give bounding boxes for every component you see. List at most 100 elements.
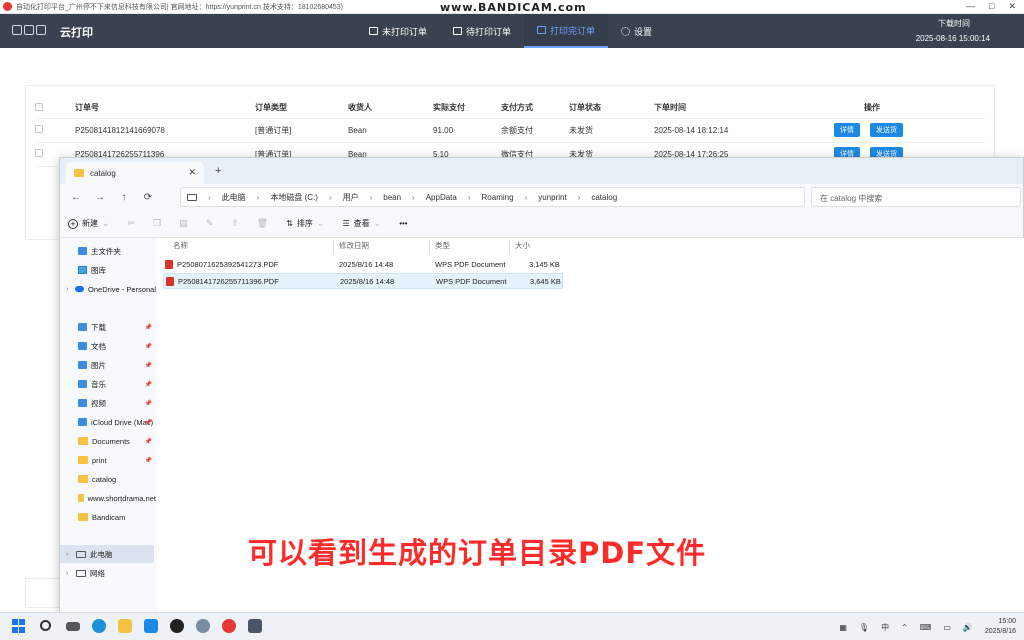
col-order-type: 订单类型: [255, 98, 348, 119]
windows-taskbar: ▦ 🎙 中 ⌃ ⌨ ▭ 🔊 15:00 2025/8/16: [0, 612, 1024, 640]
volume-icon[interactable]: 🔊: [963, 623, 973, 632]
breadcrumb-item[interactable]: Roaming: [482, 193, 514, 202]
sidebar-item-home[interactable]: 主文件夹: [78, 242, 168, 260]
sidebar-item-shortdrama[interactable]: www.shortdrama.net: [78, 489, 156, 507]
sidebar-item-catalog[interactable]: catalog: [78, 470, 156, 488]
back-button[interactable]: ←: [64, 192, 88, 203]
microphone-icon[interactable]: 🎙: [859, 623, 869, 632]
start-icon[interactable]: [12, 619, 26, 633]
copy-icon[interactable]: ❐: [153, 218, 161, 229]
settings-app-icon[interactable]: [196, 619, 210, 633]
print-app-icon[interactable]: [222, 619, 236, 633]
explorer-tab[interactable]: catalog ✕: [66, 162, 204, 184]
vscode-icon[interactable]: [144, 619, 158, 633]
share-icon[interactable]: ⇪: [231, 218, 239, 229]
up-button[interactable]: ↑: [112, 192, 136, 203]
breadcrumb-item[interactable]: 用户: [343, 192, 359, 203]
close-button[interactable]: ✕: [1008, 1, 1016, 12]
sort-icon: ⇅: [286, 219, 293, 228]
sidebar-item-music[interactable]: 音乐 📌: [78, 375, 156, 393]
address-bar[interactable]: › 此电脑 › 本地磁盘 (C:) › 用户 › bean › AppData …: [180, 187, 805, 207]
nav-printed-orders[interactable]: 打印完订单: [524, 14, 609, 48]
cut-icon[interactable]: ✂: [128, 218, 136, 229]
rename-icon[interactable]: ✎: [206, 218, 214, 229]
maximize-button[interactable]: □: [989, 1, 994, 12]
sidebar-item-documents-folder[interactable]: Documents 📌: [78, 432, 156, 450]
chevron-up-icon[interactable]: ⌃: [901, 623, 908, 632]
sidebar-item-gallery[interactable]: 图库: [78, 261, 168, 279]
breadcrumb-item[interactable]: catalog: [591, 193, 617, 202]
column-header-size[interactable]: 大小: [515, 240, 530, 251]
select-all-checkbox[interactable]: [35, 102, 43, 111]
task-view-icon[interactable]: [66, 622, 80, 631]
breadcrumb-item[interactable]: bean: [383, 193, 401, 202]
sidebar-item-print[interactable]: print 📌: [78, 451, 156, 469]
breadcrumb-item[interactable]: AppData: [426, 193, 457, 202]
column-header-name[interactable]: 名称: [173, 240, 188, 251]
file-name: P2508071625392541273.PDF: [177, 259, 279, 269]
folder-icon: [78, 475, 88, 483]
more-options-button[interactable]: •••: [399, 219, 407, 228]
tray-app-icon[interactable]: ▦: [839, 623, 847, 632]
clock-time: 15:00: [998, 618, 1016, 625]
bandicam-icon[interactable]: [170, 619, 184, 633]
column-header-modified[interactable]: 修改日期: [339, 240, 369, 251]
sidebar-item-downloads[interactable]: 下载 📌: [78, 318, 156, 336]
search-input[interactable]: 在 catalog 中搜索: [811, 187, 1021, 207]
nav-pending-orders[interactable]: 待打印订单: [440, 14, 524, 48]
breadcrumb-item[interactable]: yunprint: [538, 193, 566, 202]
new-tab-button[interactable]: +: [215, 165, 221, 177]
sidebar-item-documents[interactable]: 文档 📌: [78, 337, 156, 355]
refresh-button[interactable]: ⟳: [136, 192, 160, 203]
new-button[interactable]: + 新建 ⌄: [68, 218, 110, 229]
file-row[interactable]: P2508071625392541273.PDF 2025/8/16 14:48…: [163, 256, 563, 272]
app-header: 云打印 未打印订单 待打印订单 打印完订单 设置 下载时间 2025-08-16…: [0, 14, 1024, 48]
cloud-print-app-icon[interactable]: [248, 619, 262, 633]
pin-icon: 📌: [144, 400, 152, 407]
pin-icon: 📌: [144, 419, 152, 426]
column-divider[interactable]: [333, 240, 334, 254]
sidebar-item-pictures[interactable]: 图片 📌: [78, 356, 156, 374]
pin-icon: 📌: [144, 381, 152, 388]
row-checkbox[interactable]: [35, 149, 43, 157]
column-divider[interactable]: [429, 240, 430, 254]
edge-browser-icon[interactable]: [92, 619, 106, 633]
order-id: P2508141812141669078: [75, 118, 255, 143]
sidebar-item-bandicam[interactable]: Bandicam: [78, 508, 156, 526]
col-order-id: 订单号: [75, 98, 255, 119]
file-explorer-icon[interactable]: [118, 619, 132, 633]
column-divider[interactable]: [509, 240, 510, 254]
column-header-type[interactable]: 类型: [435, 240, 450, 251]
sidebar-item-network[interactable]: › 网络: [66, 564, 156, 582]
row-checkbox[interactable]: [35, 125, 43, 133]
view-button[interactable]: ☰ 查看 ⌄: [342, 218, 381, 229]
clock[interactable]: 15:00 2025/8/16: [985, 617, 1016, 637]
file-modified: 2025/8/16 14:48: [339, 259, 394, 269]
pin-icon: 📌: [144, 438, 152, 445]
paste-icon[interactable]: ▤: [179, 218, 188, 229]
system-tray: ▦ 🎙 中 ⌃ ⌨ ▭ 🔊 15:00 2025/8/16: [839, 613, 1024, 640]
icloud-folder-icon: [78, 418, 87, 426]
input-mode-indicator[interactable]: 中: [881, 622, 889, 633]
forward-button[interactable]: →: [88, 192, 112, 203]
sort-button[interactable]: ⇅ 排序 ⌄: [286, 218, 324, 229]
detail-button[interactable]: 详情: [834, 123, 860, 137]
delete-icon[interactable]: 🗑: [257, 218, 268, 229]
network-icon[interactable]: ▭: [943, 623, 951, 632]
table-header-row: 订单号 订单类型 收货人 实际支付 支付方式 订单状态 下单时间 操作: [35, 98, 985, 119]
breadcrumb-item[interactable]: 此电脑: [222, 192, 246, 203]
tab-close-icon[interactable]: ✕: [188, 167, 196, 178]
breadcrumb-item[interactable]: 本地磁盘 (C:): [270, 192, 318, 203]
file-row[interactable]: P2508141726255711396.PDF 2025/8/16 14:48…: [163, 273, 563, 289]
nav-unprinted-orders[interactable]: 未打印订单: [356, 14, 440, 48]
search-icon[interactable]: [40, 620, 51, 631]
sidebar-item-icloud[interactable]: iCloud Drive (Mac) 📌: [78, 413, 156, 431]
ship-button[interactable]: 发送货: [870, 123, 903, 137]
pdf-file-icon: [165, 259, 173, 269]
sidebar-item-videos[interactable]: 视频 📌: [78, 394, 156, 412]
keyboard-icon[interactable]: ⌨: [920, 623, 932, 632]
nav-settings[interactable]: 设置: [608, 14, 665, 48]
minimize-button[interactable]: —: [966, 1, 975, 12]
sidebar-item-this-pc[interactable]: › 此电脑: [60, 545, 154, 563]
sidebar-item-onedrive[interactable]: › OneDrive - Personal: [66, 280, 156, 298]
